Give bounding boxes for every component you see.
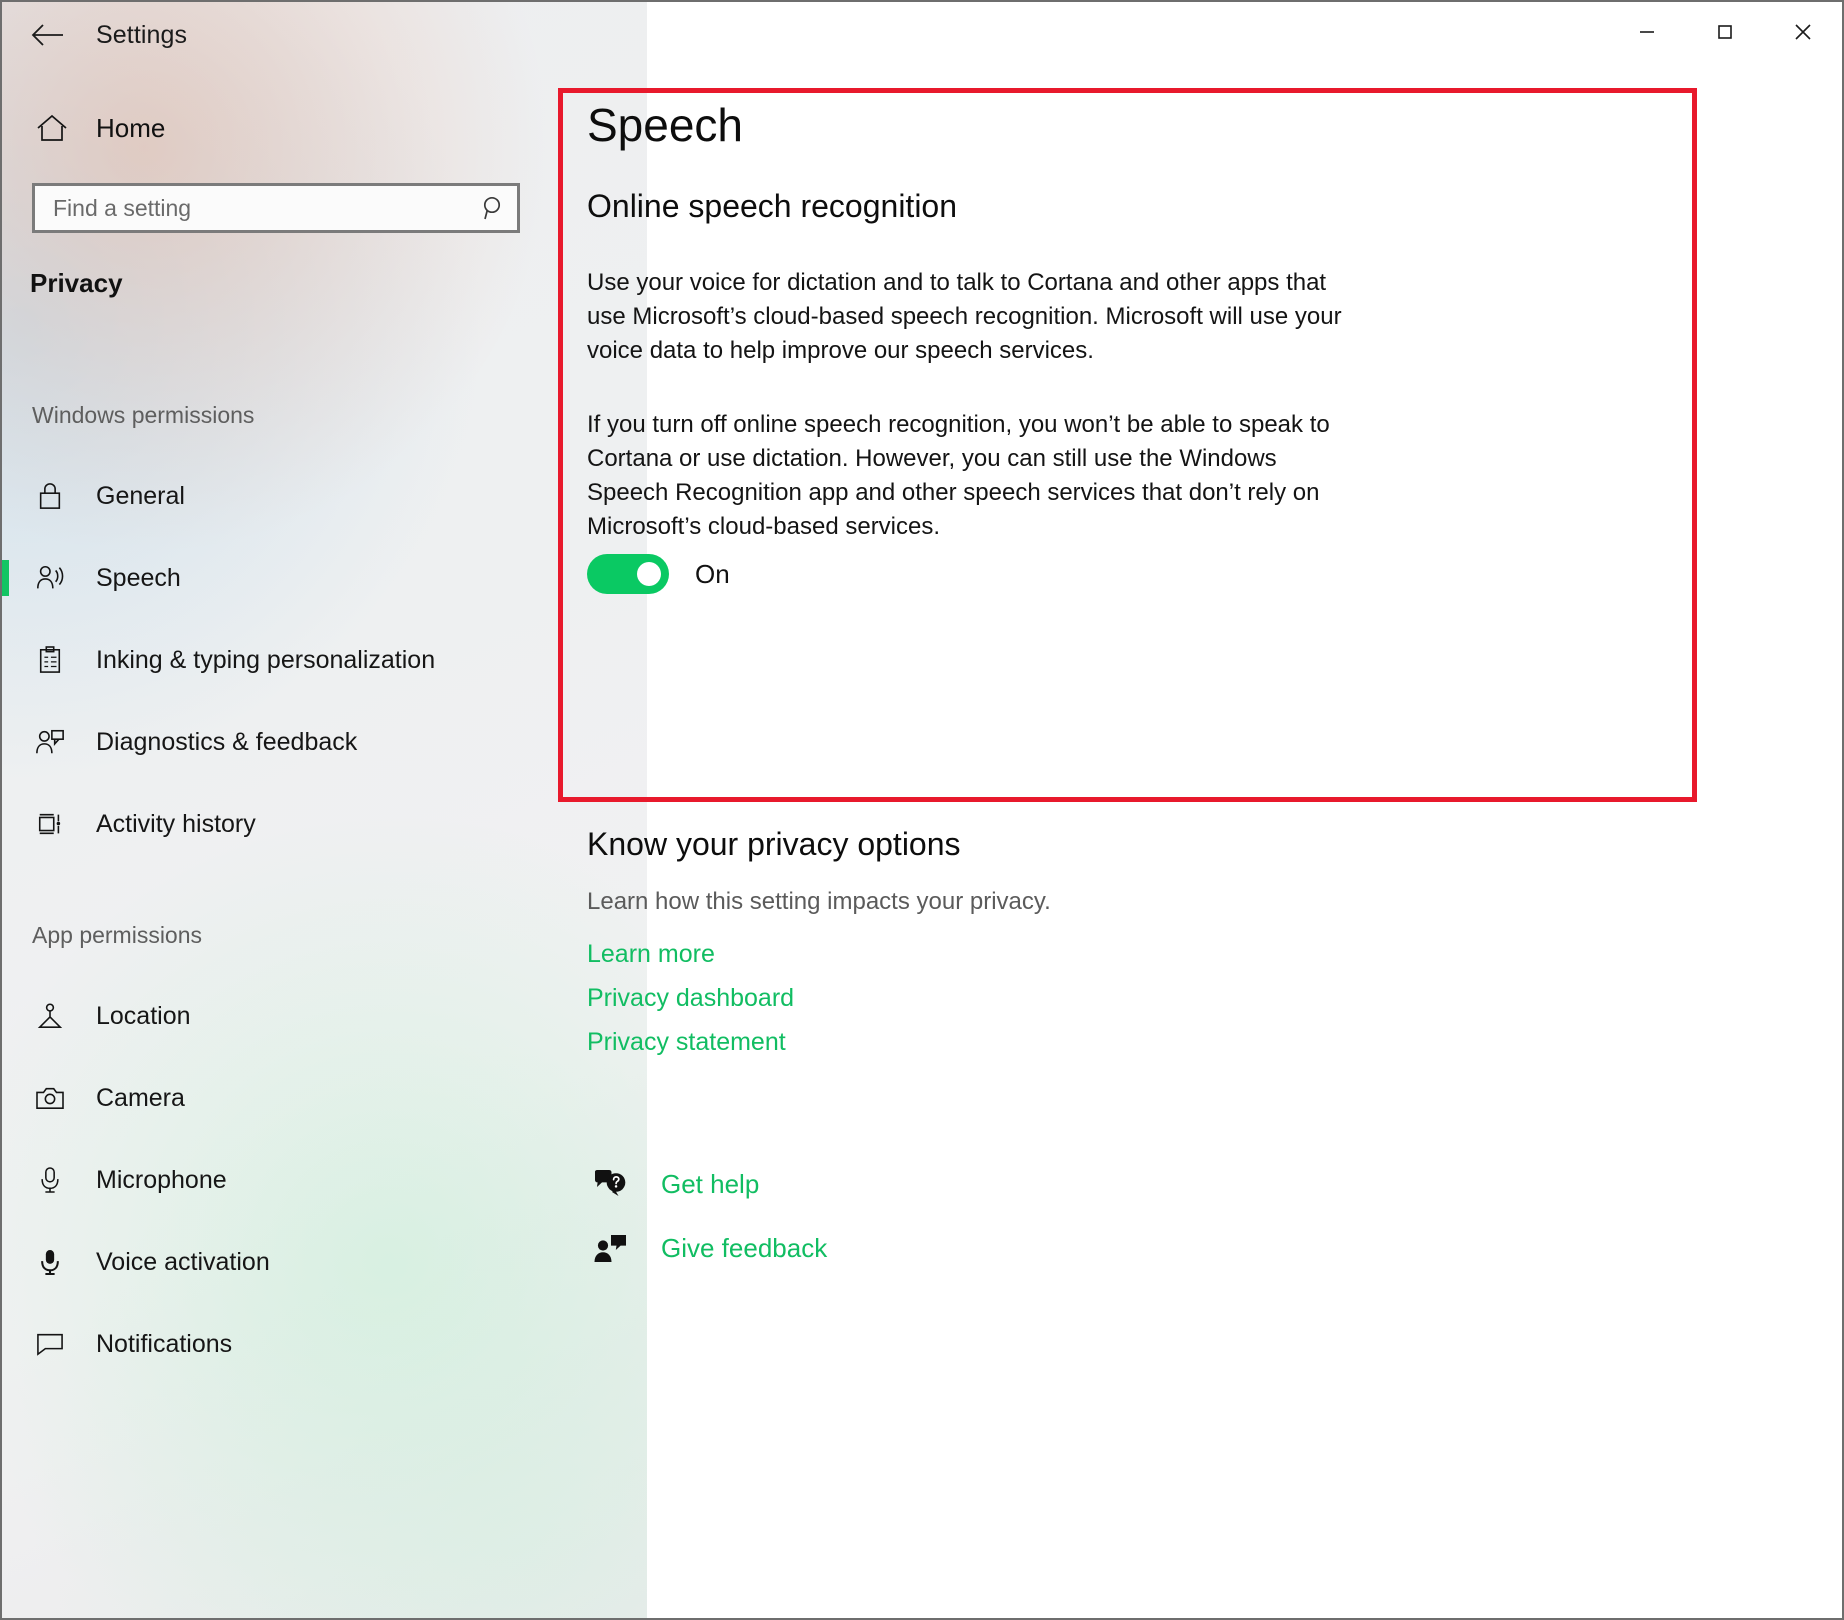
- search-icon[interactable]: [471, 195, 517, 221]
- main-content: [647, 2, 1842, 1618]
- selection-indicator: [2, 478, 9, 514]
- description-paragraph-1: Use your voice for dictation and to talk…: [587, 269, 1342, 364]
- sidebar-item-location-label: Location: [96, 1001, 191, 1030]
- nav-group-header-app-permissions: App permissions: [32, 922, 203, 948]
- maximize-button[interactable]: [1686, 2, 1764, 62]
- description-paragraph-2: If you turn off online speech recognitio…: [587, 411, 1330, 540]
- sidebar-item-general-label: General: [96, 481, 185, 510]
- camera-icon: [26, 1085, 74, 1111]
- link-learn-more[interactable]: Learn more: [587, 932, 715, 976]
- home-icon: [30, 113, 74, 143]
- sidebar-item-microphone-label: Microphone: [96, 1165, 227, 1194]
- person-feedback-icon: [26, 727, 74, 757]
- feedback-person-icon: [587, 1233, 633, 1263]
- sidebar-item-notifications-label: Notifications: [96, 1329, 233, 1358]
- sidebar-item-activity-history-label: Activity history: [96, 809, 256, 838]
- sidebar-item-home[interactable]: Home: [2, 102, 647, 154]
- window-controls: [1608, 2, 1842, 62]
- sidebar-item-speech[interactable]: Speech: [2, 546, 647, 610]
- toggle-switch-track[interactable]: [587, 554, 669, 594]
- settings-window: Settings Home Privacy Windows permiss: [0, 0, 1844, 1620]
- toggle-switch-knob: [637, 562, 661, 586]
- sidebar-item-home-label: Home: [96, 112, 166, 143]
- search-input[interactable]: [35, 194, 471, 222]
- sidebar-item-general[interactable]: General: [2, 464, 647, 528]
- clipboard-icon: [26, 645, 74, 675]
- window-title: Settings: [96, 20, 188, 49]
- voice-activation-icon: [26, 1247, 74, 1277]
- help-bubble-icon: [587, 1169, 633, 1199]
- selection-indicator: [2, 1162, 9, 1198]
- sidebar-item-inking-typing-personalization[interactable]: Inking & typing personalization: [2, 628, 647, 692]
- privacy-options-subtitle: Learn how this setting impacts your priv…: [587, 888, 1051, 915]
- privacy-links-list: Learn more Privacy dashboard Privacy sta…: [587, 932, 794, 1064]
- selection-indicator: [2, 642, 9, 678]
- selection-indicator: [2, 1326, 9, 1362]
- title-bar: Settings: [2, 2, 647, 68]
- get-help-row[interactable]: Get help: [587, 1152, 759, 1216]
- sidebar-item-inking-typing-personalization-label: Inking & typing personalization: [96, 645, 436, 674]
- minimize-icon: [1640, 31, 1654, 33]
- lock-icon: [26, 481, 74, 511]
- sidebar-item-notifications[interactable]: Notifications: [2, 1312, 647, 1376]
- sidebar-category-title: Privacy: [30, 268, 123, 298]
- search-box[interactable]: [32, 183, 520, 233]
- close-button[interactable]: [1764, 2, 1842, 62]
- selection-indicator: [2, 1080, 9, 1116]
- selection-indicator: [2, 560, 9, 596]
- page-title: Speech: [587, 99, 744, 151]
- privacy-options-title: Know your privacy options: [587, 826, 961, 862]
- sidebar-item-microphone[interactable]: Microphone: [2, 1148, 647, 1212]
- sidebar-item-voice-activation[interactable]: Voice activation: [2, 1230, 647, 1294]
- sidebar-item-speech-label: Speech: [96, 563, 181, 592]
- back-button[interactable]: [16, 9, 78, 61]
- sidebar-item-activity-history[interactable]: Activity history: [2, 792, 647, 856]
- online-speech-recognition-toggle[interactable]: On: [587, 554, 730, 594]
- activity-history-icon: [26, 809, 74, 839]
- selection-indicator: [2, 998, 9, 1034]
- selection-indicator: [2, 1244, 9, 1280]
- speech-person-icon: [26, 563, 74, 593]
- back-arrow-icon: [31, 24, 63, 46]
- sidebar-item-location[interactable]: Location: [2, 984, 647, 1048]
- minimize-button[interactable]: [1608, 2, 1686, 62]
- helper-links-list: Get help Give feedback: [587, 1152, 827, 1280]
- sidebar-item-diagnostics-feedback[interactable]: Diagnostics & feedback: [2, 710, 647, 774]
- sidebar-item-diagnostics-feedback-label: Diagnostics & feedback: [96, 727, 358, 756]
- toggle-state-label: On: [695, 558, 730, 589]
- sidebar-item-camera[interactable]: Camera: [2, 1066, 647, 1130]
- nav-group-header-windows-permissions: Windows permissions: [32, 402, 255, 428]
- sidebar-item-voice-activation-label: Voice activation: [96, 1247, 270, 1276]
- close-icon: [1795, 24, 1811, 40]
- location-pin-icon: [26, 1001, 74, 1031]
- link-privacy-dashboard[interactable]: Privacy dashboard: [587, 976, 794, 1020]
- notification-bubble-icon: [26, 1331, 74, 1357]
- selection-indicator: [2, 806, 9, 842]
- microphone-icon: [26, 1165, 74, 1195]
- give-feedback-row[interactable]: Give feedback: [587, 1216, 827, 1280]
- give-feedback-label: Give feedback: [661, 1232, 828, 1263]
- link-privacy-statement[interactable]: Privacy statement: [587, 1020, 786, 1064]
- section-title: Online speech recognition: [587, 188, 958, 224]
- selection-indicator: [2, 724, 9, 760]
- sidebar-item-camera-label: Camera: [96, 1083, 185, 1112]
- maximize-icon: [1718, 25, 1732, 39]
- get-help-label: Get help: [661, 1168, 760, 1199]
- sidebar: Settings Home Privacy Windows permiss: [2, 2, 647, 1618]
